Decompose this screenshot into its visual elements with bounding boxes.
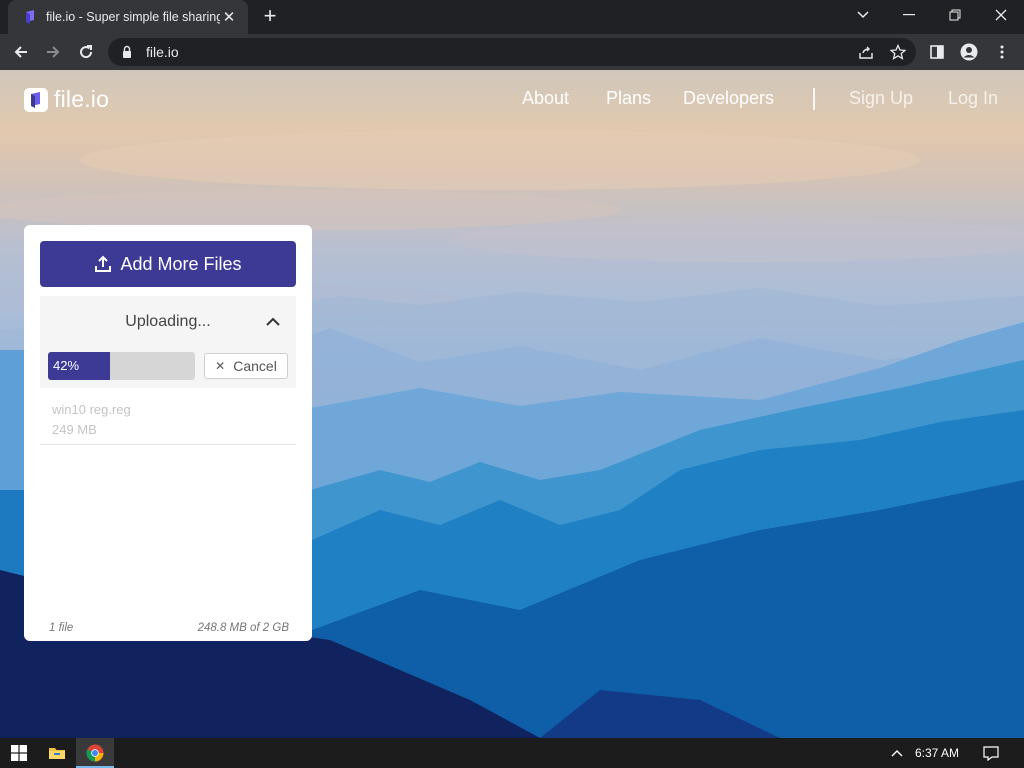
cancel-label: Cancel	[233, 358, 277, 374]
forward-button[interactable]	[41, 40, 65, 64]
show-hidden-icons-button[interactable]	[880, 738, 914, 768]
storage-usage: 248.8 MB of 2 GB	[197, 622, 289, 634]
chrome-taskbar-button[interactable]	[76, 738, 114, 768]
nav-about[interactable]: About	[522, 88, 569, 109]
notification-button[interactable]	[974, 738, 1008, 768]
file-list-item: win10 reg.reg 249 MB	[40, 390, 296, 445]
file-size: 249 MB	[52, 422, 97, 437]
restore-icon	[949, 9, 961, 21]
nav-log-in[interactable]: Log In	[948, 88, 998, 109]
minimize-button[interactable]	[886, 0, 932, 30]
upload-icon	[95, 255, 112, 272]
start-button[interactable]	[0, 738, 38, 768]
lock-icon	[123, 45, 131, 58]
upload-progress-bar: 42%	[48, 352, 195, 380]
share-button[interactable]	[854, 40, 878, 64]
browser-menu-button[interactable]	[990, 40, 1014, 64]
side-panel-button[interactable]	[925, 40, 949, 64]
bookmark-button[interactable]	[886, 40, 910, 64]
site-logo[interactable]: file.io	[24, 86, 109, 113]
file-explorer-icon	[49, 748, 65, 759]
close-tab-icon[interactable]: ✕	[220, 8, 238, 26]
taskbar: 6:37 AM	[0, 738, 1024, 768]
logo-text: file.io	[54, 86, 110, 112]
side-panel-icon	[930, 45, 944, 59]
tab-title: file.io - Super simple file sharing	[46, 10, 220, 24]
minimize-icon	[903, 14, 915, 16]
chevron-down-icon	[857, 11, 869, 19]
add-more-files-label: Add More Files	[120, 253, 242, 274]
profile-icon	[960, 43, 978, 61]
chevron-up-icon	[266, 317, 280, 326]
progress-percent: 42%	[53, 358, 80, 373]
file-count: 1 file	[49, 622, 74, 634]
address-bar[interactable]: file.io	[108, 38, 916, 66]
browser-toolbar: file.io	[0, 34, 1024, 70]
close-icon	[995, 9, 1007, 21]
tab-search-button[interactable]	[840, 0, 886, 30]
notification-icon	[983, 745, 999, 761]
upload-status-title: Uploading...	[125, 313, 211, 330]
new-tab-button[interactable]: +	[258, 5, 282, 29]
share-icon	[859, 46, 873, 59]
upload-status-panel: Uploading... 42% ✕ Cancel	[40, 296, 296, 388]
menu-icon	[1000, 45, 1004, 59]
close-icon: ✕	[215, 359, 226, 373]
nav-plans[interactable]: Plans	[606, 88, 651, 109]
nav-developers[interactable]: Developers	[683, 88, 774, 109]
reload-button[interactable]	[74, 40, 98, 64]
taskbar-clock[interactable]: 6:37 AM	[915, 746, 959, 760]
web-page: file.io About Plans Developers Sign Up L…	[0, 70, 1024, 738]
cancel-upload-button[interactable]: ✕ Cancel	[204, 353, 288, 379]
windows-start-icon	[11, 745, 27, 761]
nav-sign-up[interactable]: Sign Up	[849, 88, 913, 109]
add-more-files-button[interactable]: Add More Files	[40, 241, 296, 287]
url-text: file.io	[146, 44, 179, 60]
reload-icon	[80, 45, 93, 59]
site-header: file.io About Plans Developers Sign Up L…	[0, 70, 1024, 127]
restore-button[interactable]	[932, 0, 978, 30]
chrome-icon	[86, 744, 104, 762]
back-button[interactable]	[9, 40, 33, 64]
arrow-left-icon	[14, 46, 27, 58]
fileio-favicon-icon	[26, 10, 34, 24]
upload-card: Add More Files Uploading... 42% ✕ Cancel…	[24, 225, 312, 641]
tab-strip: file.io - Super simple file sharing ✕ +	[0, 0, 1024, 34]
close-window-button[interactable]	[978, 0, 1024, 30]
profile-button[interactable]	[957, 40, 981, 64]
browser-tab[interactable]: file.io - Super simple file sharing ✕	[8, 0, 248, 34]
arrow-right-icon	[47, 46, 60, 58]
nav-divider	[813, 88, 815, 110]
file-explorer-button[interactable]	[38, 738, 76, 768]
collapse-button[interactable]	[262, 310, 284, 332]
star-icon	[890, 44, 906, 60]
file-name: win10 reg.reg	[52, 402, 131, 417]
fileio-logo-icon	[24, 87, 48, 112]
chevron-up-icon	[891, 750, 903, 757]
